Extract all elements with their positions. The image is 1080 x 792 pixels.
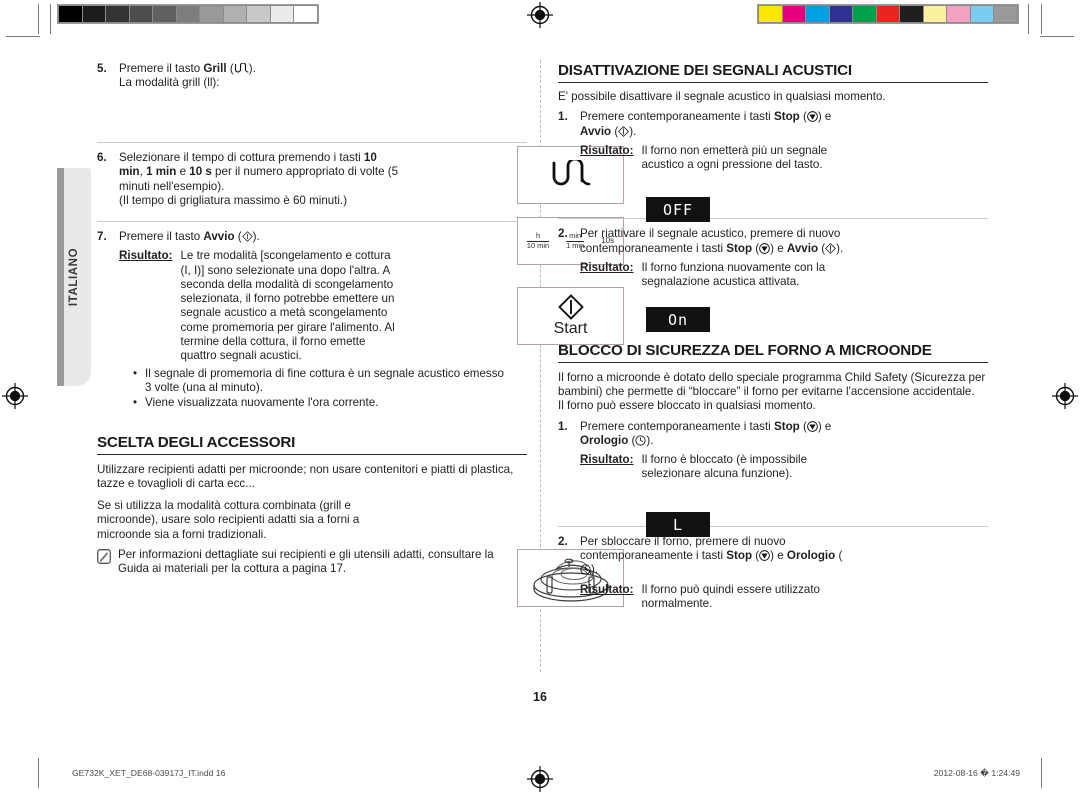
beep-step-1-result: Risultato: Il forno non emetterà più un … [580,144,858,173]
lock-step-2-result-label: Risultato: [580,582,634,596]
beep-step-1: 1. Premere contemporaneamente i tasti St… [558,110,988,172]
lock-step-2-text: Per sbloccare il forno, premere di nuovo… [580,534,843,577]
beep-step-2-number: 2. [558,227,568,241]
beep-section-intro: E' possibile disattivare il segnale acus… [558,90,886,103]
start-diamond-icon [825,242,837,254]
stop-triangle-icon [759,242,770,254]
accessories-heading: SCELTA DEGLI ACCESSORI [97,434,527,455]
start-diamond-icon [618,125,630,137]
step-6-extra: (Il tempo di grigliatura massimo è 60 mi… [119,193,348,207]
accessories-para-2: Se si utilizza la modalità cottura combi… [97,499,360,541]
step-7-bullet-2: Viene visualizzata nuovamente l'ora corr… [133,396,507,411]
beep-step-2-result-label: Risultato: [580,261,634,275]
language-tab-label: ITALIANO [68,247,80,307]
beep-step-1-number: 1. [558,110,568,124]
lock-step-2-result: Risultato: Il forno può quindi essere ut… [580,583,848,612]
step-7-bullet-1: Il segnale di promemoria di fine cottura… [133,367,507,396]
left-column: 5. Premere il tasto Grill (). La modalit… [97,62,624,607]
beep-step-2-text: Per riattivare il segnale acustico, prem… [580,227,844,255]
step-6: 6. Selezionare il tempo di cottura preme… [97,151,527,211]
step-5-number: 5. [97,62,107,75]
lock-step-1-body: Premere contemporaneamente i tasti Stop … [580,420,988,482]
lock-step-2: 2. Per sbloccare il forno, premere di nu… [558,535,988,611]
step-5-body: Premere il tasto Grill (). La modalità g… [119,62,527,124]
step-6-text: Selezionare il tempo di cottura premendo… [119,151,399,193]
step-7-result: Risultato: Le tre modalità [scongelament… [119,249,527,363]
step-divider-1 [97,142,527,143]
lcd-display-off: OFF [646,197,710,222]
step-7-line1-pre: Premere il tasto [119,230,204,243]
accessories-note-text: Per informazioni dettagliate sui recipie… [118,548,494,576]
lock-step-2-result-text: Il forno può quindi essere utilizzato no… [641,582,820,610]
footer-timestamp: 2012-08-16 � 1:24:49 [933,768,1020,778]
accessories-section: SCELTA DEGLI ACCESSORI Utilizzare recipi… [97,434,527,577]
accessories-para-1: Utilizzare recipienti adatti per microon… [97,462,514,490]
lock-step-1-result-text: Il forno è bloccato (è impossibile selez… [641,453,808,481]
start-diamond-icon [241,231,253,242]
stop-triangle-icon [807,420,818,432]
lock-step-1: 1. Premere contemporaneamente i tasti St… [558,420,988,482]
clock-icon [580,564,591,575]
page-number: 16 [533,690,547,704]
beep-step-2-result-text: Il forno funziona nuovamente con la segn… [641,261,826,289]
lcd-display-lock: L [646,512,710,537]
beep-step-1-result-text: Il forno non emetterà più un segnale acu… [641,143,828,172]
beep-step-2: 2. Per riattivare il segnale acustico, p… [558,227,988,289]
lock-step-1-result: Risultato: Il forno è bloccato (è imposs… [580,453,848,482]
lcd-display-on: On [646,307,710,332]
step-7-bullets: Il segnale di promemoria di fine cottura… [119,367,527,411]
step-7-result-text: Le tre modalità [scongelamento e cottura… [180,249,395,363]
lock-step-1-result-label: Risultato: [580,453,634,467]
step-7: 7. Premere il tasto Avvio (). Risultato:… [97,230,527,412]
beep-step-2-result: Risultato: Il forno funziona nuovamente … [580,261,858,290]
step-5-keyname-grill: Grill [203,62,227,75]
grill-wave-icon [234,63,249,73]
beep-step-divider [558,218,988,220]
step-7-keyname-avvio: Avvio [203,230,235,243]
beep-step-1-body: Premere contemporaneamente i tasti Stop … [580,110,988,172]
step-5-line2: La modalità grill (ll): [119,76,220,90]
language-tab-italiano: ITALIANO [57,168,91,386]
time-key-10min-bottom: 10 min [526,240,550,250]
beep-step-1-result-label: Risultato: [580,143,634,157]
step-5-line1-pre: Premere il tasto [119,62,204,75]
lock-section-heading: BLOCCO DI SICUREZZA DEL FORNO A MICROOND… [558,342,988,363]
step-7-result-label: Risultato: [119,249,173,263]
clock-icon [635,435,647,446]
step-7-body: Premere il tasto Avvio (). Risultato: Le… [119,230,527,412]
beep-section-heading: DISATTIVAZIONE DEI SEGNALI ACUSTICI [558,62,988,83]
lock-section-para-2: Il forno può essere bloccato in qualsias… [558,399,816,413]
beep-step-2-body: Per riattivare il segnale acustico, prem… [580,227,988,289]
step-5-line1-post: ( [226,62,234,75]
step-divider-2 [97,221,527,222]
step-6-body: Selezionare il tempo di cottura premendo… [119,151,527,211]
accessories-note: Per informazioni dettagliate sui recipie… [97,548,527,577]
right-column: DISATTIVAZIONE DEI SEGNALI ACUSTICI E' p… [558,62,988,615]
step-7-number: 7. [97,230,107,243]
lock-section-para-1: Il forno a microonde è dotato dello spec… [558,370,986,398]
lock-step-2-number: 2. [558,534,568,548]
step-5-line1-end: ). [248,62,256,75]
beep-step-1-text: Premere contemporaneamente i tasti Stop … [580,110,832,138]
lock-step-divider [558,525,988,527]
stop-triangle-icon [807,111,818,123]
step-7-line1-end: ). [252,230,260,243]
lock-step-1-number: 1. [558,419,568,433]
note-pencil-icon [97,549,111,577]
step-7-line1-post: ( [234,230,242,243]
lock-step-2-body: Per sbloccare il forno, premere di nuovo… [580,535,988,611]
step-6-number: 6. [97,151,107,164]
step-5: 5. Premere il tasto Grill (). La modalit… [97,62,527,124]
manual-page: ITALIANO 5. Premere il tasto Grill (). L… [0,0,1080,792]
stop-triangle-icon [759,550,770,561]
lock-step-1-text: Premere contemporaneamente i tasti Stop … [580,419,832,447]
footer-filename: GE732K_XET_DE68-03917J_IT.indd 16 [72,768,226,778]
time-key-10min: h 10 min [526,231,550,250]
